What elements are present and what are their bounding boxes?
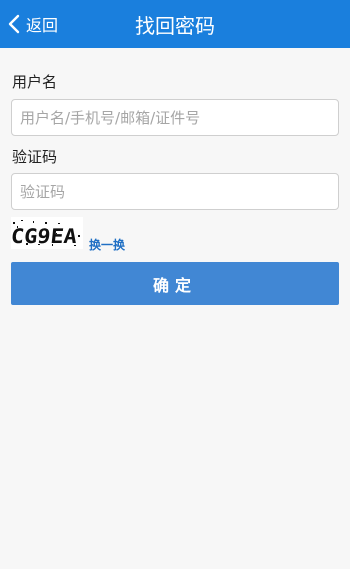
captcha-input[interactable] bbox=[11, 173, 339, 210]
header-bar: 返回 找回密码 bbox=[0, 0, 350, 48]
back-label: 返回 bbox=[26, 16, 59, 35]
username-label: 用户名 bbox=[12, 73, 58, 91]
captcha-text: CG9EA bbox=[11, 224, 78, 248]
captcha-image[interactable]: CG9EA bbox=[10, 217, 83, 249]
back-button[interactable]: 返回 bbox=[0, 0, 72, 48]
captcha-label: 验证码 bbox=[12, 148, 58, 166]
chevron-left-icon bbox=[8, 14, 20, 34]
username-input[interactable] bbox=[11, 99, 339, 136]
confirm-button[interactable]: 确定 bbox=[11, 262, 339, 305]
refresh-captcha-link[interactable]: 换一换 bbox=[89, 236, 125, 253]
